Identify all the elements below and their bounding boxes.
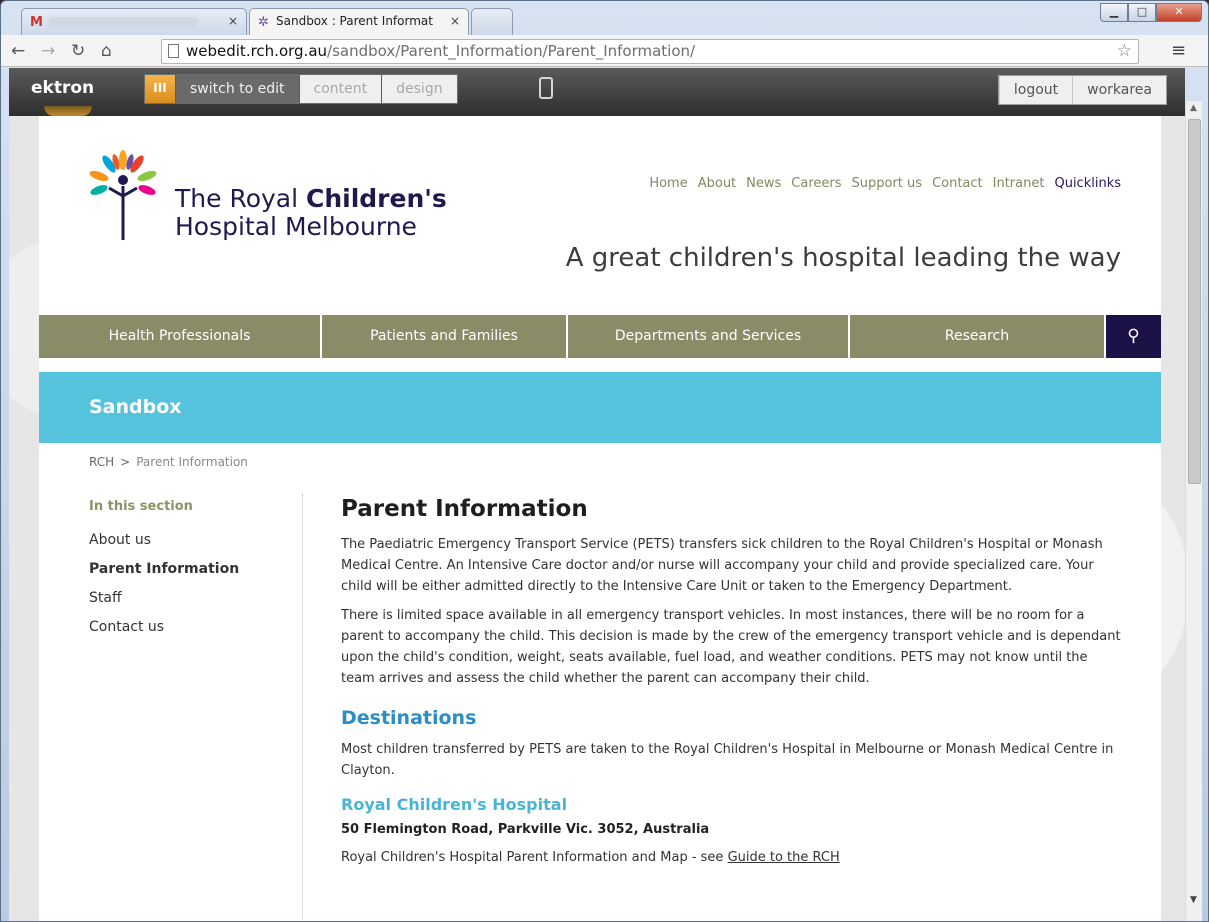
section-nav: In this section About us Parent Informat… — [89, 499, 289, 648]
space-paragraph: There is limited space available in all … — [341, 608, 1121, 686]
ektron-edit-group: III switch to edit content design — [144, 74, 458, 104]
breadcrumb-current: Parent Information — [136, 455, 248, 469]
address-bar[interactable]: webedit.rch.org.au/sandbox/Parent_Inform… — [161, 39, 1139, 64]
tab-sandbox-title: Sandbox : Parent Informat — [276, 14, 433, 28]
site-logo[interactable]: The Royal Children's Hospital Melbourne — [77, 144, 447, 244]
topnav-news[interactable]: News — [746, 176, 781, 191]
nav-health-professionals[interactable]: Health Professionals — [39, 315, 322, 358]
gmail-icon: M — [30, 15, 43, 30]
reload-icon[interactable]: ↻ — [71, 41, 85, 61]
search-button[interactable]: ⚲ — [1106, 315, 1161, 358]
page-scrollbar[interactable]: ▲ ▼ — [1185, 101, 1202, 921]
topnav-careers[interactable]: Careers — [791, 176, 841, 191]
ektron-account-group: logout workarea — [997, 75, 1167, 105]
new-tab-button[interactable] — [471, 8, 513, 35]
rch-guide-paragraph: Royal Children's Hospital Parent Informa… — [341, 847, 1121, 868]
menu-icon[interactable]: ≡ — [1171, 40, 1186, 61]
home-icon[interactable]: ⌂ — [101, 41, 112, 61]
ektron-menu-button[interactable]: III — [145, 75, 175, 103]
tab-close-icon[interactable]: × — [228, 14, 238, 28]
topnav-home[interactable]: Home — [649, 176, 687, 191]
logo-line-2: Hospital Melbourne — [175, 212, 417, 241]
ektron-menu-tab[interactable] — [44, 106, 92, 116]
page-icon — [168, 44, 179, 58]
search-icon: ⚲ — [1127, 326, 1140, 346]
section-nav-about-us[interactable]: About us — [89, 532, 289, 548]
rch-guide-text: Royal Children's Hospital Parent Informa… — [341, 850, 728, 865]
rch-favicon-icon: ✲ — [258, 15, 269, 30]
ektron-toolbar: ektron III switch to edit content design… — [9, 68, 1185, 116]
page-viewport: ektron III switch to edit content design… — [9, 68, 1185, 921]
logo-line-1b: Children's — [306, 184, 447, 213]
content-button[interactable]: content — [298, 75, 382, 103]
workarea-button[interactable]: workarea — [1072, 76, 1166, 104]
device-preview-icon[interactable] — [539, 77, 553, 99]
intro-paragraph: The Paediatric Emergency Transport Servi… — [341, 537, 1103, 594]
logout-button[interactable]: logout — [998, 76, 1073, 104]
main-content: Parent Information The Paediatric Emerge… — [341, 496, 1121, 876]
ektron-logo: ektron — [31, 78, 95, 98]
scroll-up-icon[interactable]: ▲ — [1190, 103, 1197, 113]
section-banner: Sandbox — [39, 372, 1161, 443]
topnav-contact[interactable]: Contact — [932, 176, 983, 191]
page-title: Parent Information — [341, 496, 588, 522]
destinations-paragraph: Most children transferred by PETS are ta… — [341, 742, 1114, 778]
destinations-heading: Destinations — [341, 707, 477, 729]
tab-gmail[interactable]: M × — [21, 8, 247, 35]
url-host: webedit.rch.org.au — [186, 42, 328, 60]
utility-nav: Home About News Careers Support us Conta… — [649, 176, 1121, 191]
rch-logo-icon — [89, 150, 157, 240]
breadcrumb: RCH > Parent Information — [89, 455, 248, 469]
url-path: /sandbox/Parent_Information/Parent_Infor… — [327, 42, 696, 60]
main-nav: Health Professionals Patients and Famili… — [39, 315, 1161, 358]
tab-strip: M × ✲ Sandbox : Parent Informat × ▁ □ ✕ — [1, 1, 1208, 35]
section-title: Sandbox — [89, 396, 182, 418]
section-nav-contact-us[interactable]: Contact us — [89, 619, 289, 635]
tab-gmail-title-redacted — [48, 16, 198, 27]
forward-arrow-icon[interactable]: → — [41, 41, 55, 61]
back-arrow-icon[interactable]: ← — [11, 41, 25, 61]
site-tagline: A great children's hospital leading the … — [565, 243, 1121, 273]
nav-patients-and-families[interactable]: Patients and Families — [322, 315, 568, 358]
topnav-about[interactable]: About — [698, 176, 736, 191]
logo-line-1: The Royal Children's — [175, 184, 447, 213]
design-button[interactable]: design — [381, 75, 457, 103]
topnav-quicklinks[interactable]: Quicklinks — [1054, 176, 1121, 191]
topnav-support-us[interactable]: Support us — [852, 176, 923, 191]
rch-address: 50 Flemington Road, Parkville Vic. 3052,… — [341, 822, 710, 837]
logo-line-1a: The Royal — [175, 184, 306, 213]
browser-toolbar: ← → ↻ ⌂ webedit.rch.org.au/sandbox/Paren… — [1, 35, 1208, 67]
scroll-down-icon[interactable]: ▼ — [1190, 895, 1197, 905]
column-divider — [302, 494, 303, 921]
nav-research[interactable]: Research — [850, 315, 1106, 358]
rch-heading: Royal Children's Hospital — [341, 795, 568, 814]
section-nav-heading: In this section — [89, 499, 193, 514]
tab-sandbox[interactable]: ✲ Sandbox : Parent Informat × — [249, 8, 469, 35]
section-nav-parent-information[interactable]: Parent Information — [89, 561, 289, 577]
site-page: The Royal Children's Hospital Melbourne … — [39, 116, 1161, 921]
window-controls: ▁ □ ✕ — [1100, 3, 1202, 22]
tab-close-icon[interactable]: × — [450, 14, 460, 28]
browser-window: M × ✲ Sandbox : Parent Informat × ▁ □ ✕ … — [0, 0, 1209, 922]
breadcrumb-separator: > — [120, 455, 131, 469]
bookmark-star-icon[interactable]: ☆ — [1117, 40, 1132, 63]
scrollbar-thumb[interactable] — [1188, 119, 1201, 484]
nav-departments-and-services[interactable]: Departments and Services — [568, 315, 850, 358]
section-nav-staff[interactable]: Staff — [89, 590, 289, 606]
minimize-icon[interactable]: ▁ — [1100, 3, 1128, 22]
guide-to-rch-link[interactable]: Guide to the RCH — [728, 850, 840, 865]
switch-to-edit-button[interactable]: switch to edit — [175, 75, 299, 103]
breadcrumb-rch[interactable]: RCH — [89, 455, 114, 469]
maximize-icon[interactable]: □ — [1128, 3, 1156, 22]
close-window-icon[interactable]: ✕ — [1156, 3, 1202, 22]
topnav-intranet[interactable]: Intranet — [993, 176, 1045, 191]
